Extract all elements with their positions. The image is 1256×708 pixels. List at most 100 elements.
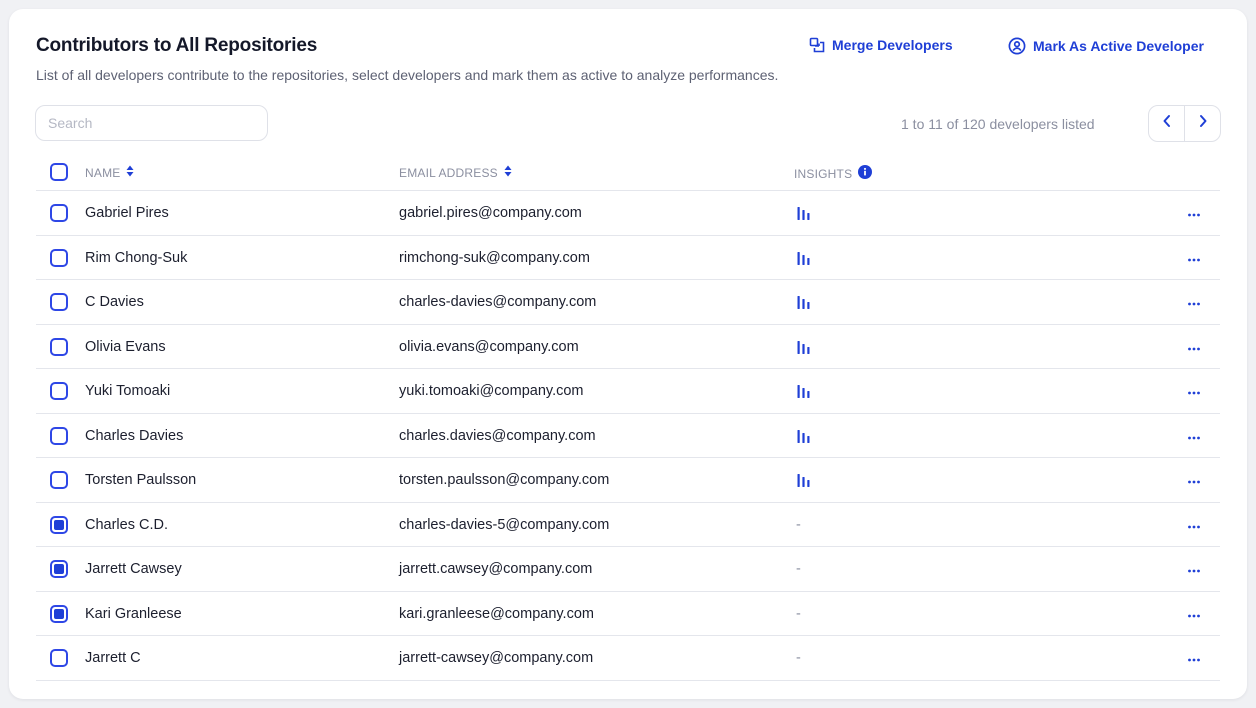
table-row: Olivia Evans olivia.evans@company.com — [36, 325, 1220, 369]
more-options-button[interactable] — [1184, 515, 1204, 535]
row-checkbox[interactable] — [50, 649, 68, 667]
more-horizontal-icon — [1188, 472, 1200, 488]
more-options-button[interactable] — [1184, 292, 1204, 312]
more-horizontal-icon — [1188, 517, 1200, 533]
pagination-controls — [1148, 105, 1221, 142]
more-horizontal-icon — [1188, 205, 1200, 221]
row-checkbox[interactable] — [50, 560, 68, 578]
table-row: Charles Davies charles.davies@company.co… — [36, 414, 1220, 458]
column-header-insights: INSIGHTS — [794, 165, 873, 182]
more-horizontal-icon — [1188, 250, 1200, 266]
developer-email: kari.granleese@company.com — [399, 605, 594, 622]
sort-icon — [126, 165, 134, 180]
developer-email: torsten.paulsson@company.com — [399, 472, 610, 488]
table-row: Rim Chong-Suk rimchong-suk@company.com — [36, 236, 1220, 280]
developer-email: yuki.tomoaki@company.com — [399, 383, 584, 399]
more-horizontal-icon — [1188, 650, 1200, 666]
mark-active-developer-button[interactable]: Mark As Active Developer — [1008, 37, 1204, 55]
select-all-checkbox[interactable] — [50, 163, 68, 181]
table-row: Jarrett Cawsey jarrett.cawsey@company.co… — [36, 547, 1220, 592]
insights-empty: - — [796, 516, 801, 533]
table-row: Kari Granleese kari.granleese@company.co… — [36, 592, 1220, 636]
page-title: Contributors to All Repositories — [36, 35, 318, 56]
more-options-button[interactable] — [1184, 559, 1204, 579]
developer-name: Yuki Tomoaki — [85, 383, 171, 399]
developer-email: gabriel.pires@company.com — [399, 205, 582, 221]
bar-chart-icon[interactable] — [797, 384, 811, 402]
chevron-left-icon — [1162, 114, 1172, 133]
developer-email: rimchong-suk@company.com — [399, 249, 590, 266]
info-icon[interactable] — [858, 165, 873, 182]
chevron-right-icon — [1198, 114, 1208, 133]
developer-name: Kari Granleese — [85, 605, 182, 622]
pagination-summary: 1 to 11 of 120 developers listed — [901, 116, 1095, 132]
contributors-card: Contributors to All Repositories List of… — [9, 9, 1247, 699]
insights-empty: - — [796, 650, 801, 666]
column-header-email-label: EMAIL ADDRESS — [399, 165, 498, 180]
column-header-insights-label: INSIGHTS — [794, 166, 853, 181]
bar-chart-icon[interactable] — [797, 251, 811, 269]
row-checkbox[interactable] — [50, 337, 68, 356]
more-horizontal-icon — [1188, 383, 1200, 399]
page-subtitle: List of all developers contribute to the… — [36, 67, 779, 83]
prev-page-button[interactable] — [1149, 106, 1184, 141]
row-checkbox[interactable] — [50, 515, 68, 534]
row-checkbox[interactable] — [50, 426, 68, 445]
merge-developers-button[interactable]: Merge Developers — [809, 37, 953, 53]
table-row: C Davies charles-davies@company.com — [36, 280, 1220, 325]
more-options-button[interactable] — [1184, 426, 1204, 446]
column-header-name[interactable]: NAME — [85, 165, 134, 180]
developer-name: Jarrett C — [85, 650, 141, 666]
row-checkbox[interactable] — [50, 204, 68, 222]
more-horizontal-icon — [1188, 606, 1200, 622]
mark-active-developer-label: Mark As Active Developer — [1033, 38, 1204, 54]
more-options-button[interactable] — [1184, 248, 1204, 268]
merge-developers-label: Merge Developers — [832, 37, 953, 53]
developer-email: jarrett-cawsey@company.com — [399, 650, 594, 666]
more-options-button[interactable] — [1184, 470, 1204, 490]
row-checkbox[interactable] — [50, 382, 68, 400]
row-checkbox[interactable] — [50, 604, 68, 623]
more-horizontal-icon — [1188, 294, 1200, 310]
bar-chart-icon[interactable] — [797, 206, 811, 224]
bar-chart-icon[interactable] — [797, 295, 811, 313]
user-circle-icon — [1008, 37, 1026, 55]
row-checkbox[interactable] — [50, 293, 68, 311]
bar-chart-icon[interactable] — [797, 473, 811, 491]
more-options-button[interactable] — [1184, 337, 1204, 357]
search-input[interactable] — [35, 105, 268, 141]
developer-email: charles.davies@company.com — [399, 427, 596, 444]
table-row: Jarrett C jarrett-cawsey@company.com - — [36, 636, 1220, 681]
developer-name: Charles C.D. — [85, 516, 168, 533]
more-options-button[interactable] — [1184, 381, 1204, 401]
developer-email: charles-davies@company.com — [399, 294, 597, 310]
developer-email: charles-davies-5@company.com — [399, 516, 610, 533]
row-checkbox[interactable] — [50, 471, 68, 489]
more-options-button[interactable] — [1184, 604, 1204, 624]
table-header: NAME EMAIL ADDRESS INSIGHTS — [36, 159, 1220, 191]
more-horizontal-icon — [1188, 428, 1200, 444]
insights-empty: - — [796, 561, 801, 577]
row-checkbox[interactable] — [50, 248, 68, 267]
developer-name: Charles Davies — [85, 427, 184, 444]
developer-email: jarrett.cawsey@company.com — [399, 561, 593, 577]
table-row: Gabriel Pires gabriel.pires@company.com — [36, 191, 1220, 236]
table-row: Charles C.D. charles-davies-5@company.co… — [36, 503, 1220, 547]
more-horizontal-icon — [1188, 339, 1200, 355]
developer-name: Torsten Paulsson — [85, 472, 197, 488]
more-options-button[interactable] — [1184, 648, 1204, 668]
bar-chart-icon[interactable] — [797, 429, 811, 447]
bar-chart-icon[interactable] — [797, 340, 811, 358]
developer-name: Rim Chong-Suk — [85, 249, 188, 266]
next-page-button[interactable] — [1184, 106, 1220, 141]
column-header-email[interactable]: EMAIL ADDRESS — [399, 165, 512, 180]
developer-name: Gabriel Pires — [85, 205, 169, 221]
table-row: Torsten Paulsson torsten.paulsson@compan… — [36, 458, 1220, 503]
developer-name: Jarrett Cawsey — [85, 561, 182, 577]
more-options-button[interactable] — [1184, 203, 1204, 223]
developer-email: olivia.evans@company.com — [399, 338, 579, 355]
merge-icon — [809, 37, 825, 53]
sort-icon — [504, 165, 512, 180]
table-row: Yuki Tomoaki yuki.tomoaki@company.com — [36, 369, 1220, 414]
developer-name: Olivia Evans — [85, 338, 166, 355]
